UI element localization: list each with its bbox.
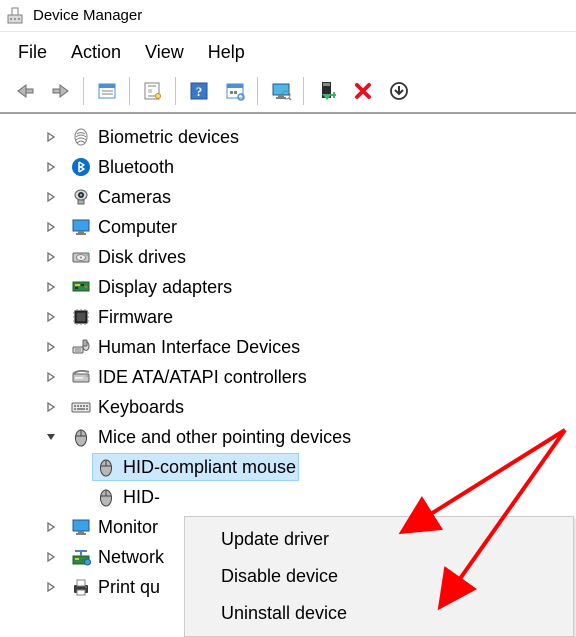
- mouse-icon: [95, 486, 117, 508]
- menu-help[interactable]: Help: [208, 42, 245, 63]
- firmware-icon: [70, 306, 92, 328]
- disk-icon: [70, 246, 92, 268]
- remove-button[interactable]: [347, 76, 379, 106]
- show-hidden-button[interactable]: [91, 76, 123, 106]
- help-button[interactable]: ?: [183, 76, 215, 106]
- window-title: Device Manager: [33, 7, 142, 24]
- forward-button[interactable]: [45, 76, 77, 106]
- chevron-right-icon[interactable]: [46, 132, 60, 142]
- tree-node[interactable]: Human Interface Devices: [0, 332, 576, 362]
- svg-text:?: ?: [196, 84, 203, 99]
- tree-node[interactable]: Display adapters: [0, 272, 576, 302]
- mouse-icon: [70, 426, 92, 448]
- tree-node[interactable]: Bluetooth: [0, 152, 576, 182]
- context-menu: Update driver Disable device Uninstall d…: [184, 516, 574, 637]
- toolbar-separator: [257, 77, 263, 105]
- back-button[interactable]: [9, 76, 41, 106]
- tree-node-label: Biometric devices: [98, 123, 239, 152]
- menu-file[interactable]: File: [18, 42, 47, 63]
- tree-node-label: Display adapters: [98, 273, 232, 302]
- chevron-right-icon[interactable]: [46, 552, 60, 562]
- tree-node-label: Disk drives: [98, 243, 186, 272]
- hid-icon: [70, 336, 92, 358]
- printer-icon: [70, 576, 92, 598]
- tree-node[interactable]: Mice and other pointing devices: [0, 422, 576, 452]
- ide-icon: [70, 366, 92, 388]
- chevron-down-icon[interactable]: [46, 432, 60, 442]
- chevron-right-icon[interactable]: [46, 402, 60, 412]
- chevron-right-icon[interactable]: [46, 372, 60, 382]
- tree-node[interactable]: IDE ATA/ATAPI controllers: [0, 362, 576, 392]
- network-icon: [70, 546, 92, 568]
- tree-node-label: Keyboards: [98, 393, 184, 422]
- tree-child-label: HID-: [123, 483, 160, 512]
- uninstall-button[interactable]: [383, 76, 415, 106]
- scan-button[interactable]: [219, 76, 251, 106]
- computer-icon: [70, 216, 92, 238]
- bluetooth-icon: [70, 156, 92, 178]
- chevron-right-icon[interactable]: [46, 252, 60, 262]
- menu-view[interactable]: View: [145, 42, 184, 63]
- toolbar: ?: [0, 73, 576, 114]
- tree-child-node[interactable]: HID-compliant mouse: [0, 452, 576, 482]
- monitor-icon: [70, 516, 92, 538]
- tree-node[interactable]: Computer: [0, 212, 576, 242]
- camera-icon: [70, 186, 92, 208]
- chevron-right-icon[interactable]: [46, 522, 60, 532]
- tree-node-label: Network: [98, 543, 164, 572]
- toolbar-separator: [129, 77, 135, 105]
- tree-node[interactable]: Biometric devices: [0, 122, 576, 152]
- monitor-button[interactable]: [265, 76, 297, 106]
- tree-node[interactable]: Disk drives: [0, 242, 576, 272]
- toolbar-separator: [303, 77, 309, 105]
- tree-node-label: Human Interface Devices: [98, 333, 300, 362]
- tree-node-label: Mice and other pointing devices: [98, 423, 351, 452]
- mouse-icon: [95, 456, 117, 478]
- context-uninstall-device[interactable]: Uninstall device: [185, 595, 573, 632]
- toolbar-separator: [83, 77, 89, 105]
- tree-node-label: Print qu: [98, 573, 160, 602]
- biometric-icon: [70, 126, 92, 148]
- tree-node-label: Monitor: [98, 513, 158, 542]
- chevron-right-icon[interactable]: [46, 282, 60, 292]
- chevron-right-icon[interactable]: [46, 342, 60, 352]
- toolbar-separator: [175, 77, 181, 105]
- display-icon: [70, 276, 92, 298]
- menu-action[interactable]: Action: [71, 42, 121, 63]
- tree-node[interactable]: Firmware: [0, 302, 576, 332]
- chevron-right-icon[interactable]: [46, 222, 60, 232]
- tree-child-label: HID-compliant mouse: [123, 453, 296, 482]
- add-driver-button[interactable]: [311, 76, 343, 106]
- context-update-driver[interactable]: Update driver: [185, 521, 573, 558]
- chevron-right-icon[interactable]: [46, 312, 60, 322]
- tree-child-node[interactable]: HID-: [0, 482, 576, 512]
- keyboard-icon: [70, 396, 92, 418]
- tree-node-label: Firmware: [98, 303, 173, 332]
- tree-node-label: Cameras: [98, 183, 171, 212]
- chevron-right-icon[interactable]: [46, 582, 60, 592]
- chevron-right-icon[interactable]: [46, 192, 60, 202]
- tree-node[interactable]: Cameras: [0, 182, 576, 212]
- context-disable-device[interactable]: Disable device: [185, 558, 573, 595]
- tree-node-label: IDE ATA/ATAPI controllers: [98, 363, 307, 392]
- chevron-right-icon[interactable]: [46, 162, 60, 172]
- tree-node[interactable]: Keyboards: [0, 392, 576, 422]
- tree-node-label: Bluetooth: [98, 153, 174, 182]
- device-manager-icon: [5, 6, 25, 26]
- tree-node-label: Computer: [98, 213, 177, 242]
- properties-button[interactable]: [137, 76, 169, 106]
- menu-bar: File Action View Help: [0, 32, 576, 73]
